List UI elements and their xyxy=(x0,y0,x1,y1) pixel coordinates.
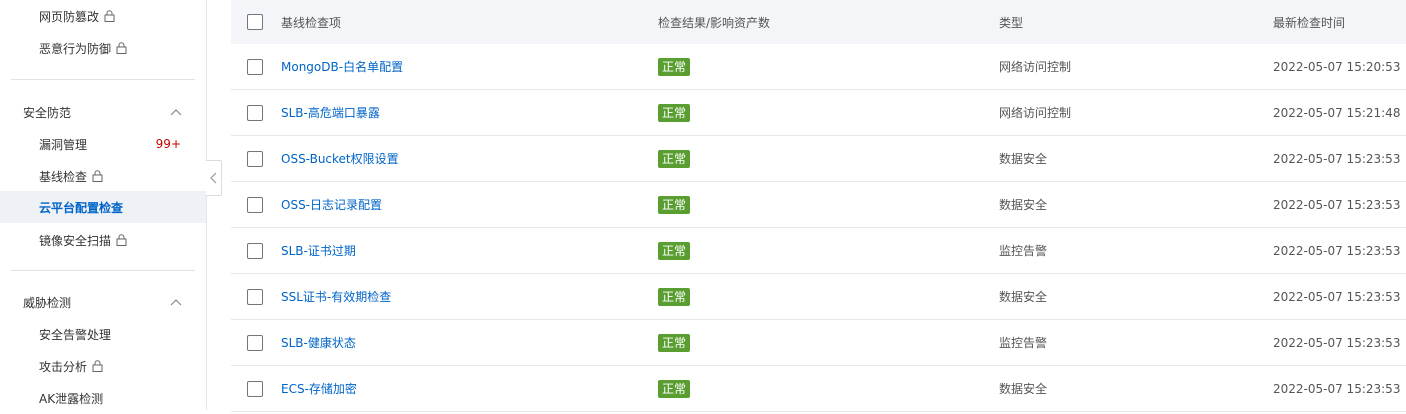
status-badge: 正常 xyxy=(658,149,691,168)
table-row: OSS-日志记录配置 正常 数据安全 2022-05-07 15:23:53 xyxy=(231,182,1406,228)
check-item-link[interactable]: SLB-健康状态 xyxy=(281,334,356,351)
chevron-up-icon xyxy=(170,109,182,116)
type-cell: 网络访问控制 xyxy=(999,106,1072,120)
time-cell: 2022-05-07 15:21:48 xyxy=(1273,105,1401,120)
sidebar-item-malicious-defense[interactable]: 恶意行为防御 xyxy=(0,32,206,64)
sidebar-item-label: 恶意行为防御 xyxy=(39,41,112,56)
select-all-checkbox[interactable] xyxy=(247,14,263,30)
lock-icon xyxy=(104,10,115,22)
sidebar-item-web-tamper[interactable]: 网页防篡改 xyxy=(0,0,206,32)
column-header-time: 最新检查时间 xyxy=(1273,15,1346,30)
time-cell: 2022-05-07 15:23:53 xyxy=(1273,381,1401,396)
sidebar-group-label: 安全防范 xyxy=(23,105,72,120)
sidebar-item-image-scan[interactable]: 镜像安全扫描 xyxy=(0,224,206,256)
type-cell: 网络访问控制 xyxy=(999,60,1072,74)
sidebar-nav: 网页防篡改 恶意行为防御 安全防范 漏洞管理 99+ 基线检查 云平台配置检查 … xyxy=(0,0,207,410)
table-row: OSS-Bucket权限设置 正常 数据安全 2022-05-07 15:23:… xyxy=(231,136,1406,182)
table-header: 基线检查项 检查结果/影响资产数 类型 最新检查时间 xyxy=(231,0,1406,45)
status-badge: 正常 xyxy=(658,379,691,398)
sidebar-item-label: 网页防篡改 xyxy=(39,9,100,24)
sidebar-item-ak-leak[interactable]: AK泄露检测 xyxy=(0,382,206,414)
status-badge: 正常 xyxy=(658,57,691,76)
type-cell: 监控告警 xyxy=(999,336,1048,350)
table-row: SLB-健康状态 正常 监控告警 2022-05-07 15:23:53 xyxy=(231,320,1406,366)
sidebar-item-vulnerability[interactable]: 漏洞管理 99+ xyxy=(0,128,206,160)
sidebar-item-baseline[interactable]: 基线检查 xyxy=(0,160,206,192)
time-cell: 2022-05-07 15:23:53 xyxy=(1273,289,1401,304)
type-cell: 数据安全 xyxy=(999,382,1048,396)
row-checkbox[interactable] xyxy=(247,288,263,305)
row-checkbox[interactable] xyxy=(247,380,263,397)
sidebar-divider xyxy=(11,270,195,271)
count-badge: 99+ xyxy=(155,137,181,151)
row-checkbox[interactable] xyxy=(247,104,263,121)
type-cell: 数据安全 xyxy=(999,290,1048,304)
status-badge: 正常 xyxy=(658,103,691,122)
time-cell: 2022-05-07 15:23:53 xyxy=(1273,335,1401,350)
row-checkbox[interactable] xyxy=(247,334,263,351)
check-item-link[interactable]: OSS-日志记录配置 xyxy=(281,196,382,213)
check-item-link[interactable]: SLB-证书过期 xyxy=(281,242,356,259)
status-badge: 正常 xyxy=(658,241,691,260)
sidebar-item-label: 攻击分析 xyxy=(39,359,88,374)
sidebar-divider xyxy=(11,79,195,80)
row-checkbox[interactable] xyxy=(247,242,263,259)
sidebar-item-attack-analysis[interactable]: 攻击分析 xyxy=(0,350,206,382)
type-cell: 监控告警 xyxy=(999,244,1048,258)
table-row: SLB-高危端口暴露 正常 网络访问控制 2022-05-07 15:21:48 xyxy=(231,90,1406,136)
row-checkbox[interactable] xyxy=(247,58,263,75)
lock-icon xyxy=(92,170,103,182)
check-item-link[interactable]: SLB-高危端口暴露 xyxy=(281,104,380,121)
sidebar-item-label: 漏洞管理 xyxy=(39,137,88,152)
sidebar-item-label: AK泄露检测 xyxy=(39,391,104,406)
sidebar-collapse-button[interactable] xyxy=(206,160,222,196)
type-cell: 数据安全 xyxy=(999,198,1048,212)
sidebar-item-label: 镜像安全扫描 xyxy=(39,233,112,248)
time-cell: 2022-05-07 15:23:53 xyxy=(1273,197,1401,212)
table-row: MongoDB-白名单配置 正常 网络访问控制 2022-05-07 15:20… xyxy=(231,44,1406,90)
time-cell: 2022-05-07 15:20:53 xyxy=(1273,59,1401,74)
sidebar-group-threat[interactable]: 威胁检测 xyxy=(0,286,206,318)
time-cell: 2022-05-07 15:23:53 xyxy=(1273,151,1401,166)
sidebar-group-security[interactable]: 安全防范 xyxy=(0,96,206,128)
time-cell: 2022-05-07 15:23:53 xyxy=(1273,243,1401,258)
table-row: SSL证书-有效期检查 正常 数据安全 2022-05-07 15:23:53 xyxy=(231,274,1406,320)
column-header-name: 基线检查项 xyxy=(281,15,342,30)
status-badge: 正常 xyxy=(658,287,691,306)
check-item-link[interactable]: ECS-存储加密 xyxy=(281,380,357,397)
table-row: SLB-证书过期 正常 监控告警 2022-05-07 15:23:53 xyxy=(231,228,1406,274)
type-cell: 数据安全 xyxy=(999,152,1048,166)
status-badge: 正常 xyxy=(658,195,691,214)
lock-icon xyxy=(92,360,103,372)
table-row: ECS-存储加密 正常 数据安全 2022-05-07 15:23:53 xyxy=(231,366,1406,412)
sidebar-group-label: 威胁检测 xyxy=(23,295,72,310)
status-badge: 正常 xyxy=(658,333,691,352)
row-checkbox[interactable] xyxy=(247,196,263,213)
chevron-up-icon xyxy=(170,299,182,306)
check-item-link[interactable]: OSS-Bucket权限设置 xyxy=(281,150,399,167)
sidebar-item-cloud-config-check[interactable]: 云平台配置检查 xyxy=(0,191,206,223)
sidebar-item-label: 基线检查 xyxy=(39,169,88,184)
check-item-link[interactable]: SSL证书-有效期检查 xyxy=(281,288,391,305)
sidebar-item-label: 云平台配置检查 xyxy=(39,200,124,215)
check-item-link[interactable]: MongoDB-白名单配置 xyxy=(281,58,403,75)
lock-icon xyxy=(116,234,127,246)
row-checkbox[interactable] xyxy=(247,150,263,167)
sidebar-item-alerts[interactable]: 安全告警处理 xyxy=(0,318,206,350)
sidebar-item-label: 安全告警处理 xyxy=(39,327,112,342)
lock-icon xyxy=(116,42,127,54)
column-header-type: 类型 xyxy=(999,15,1024,30)
chevron-left-icon xyxy=(210,172,217,184)
column-header-result: 检查结果/影响资产数 xyxy=(658,15,771,30)
